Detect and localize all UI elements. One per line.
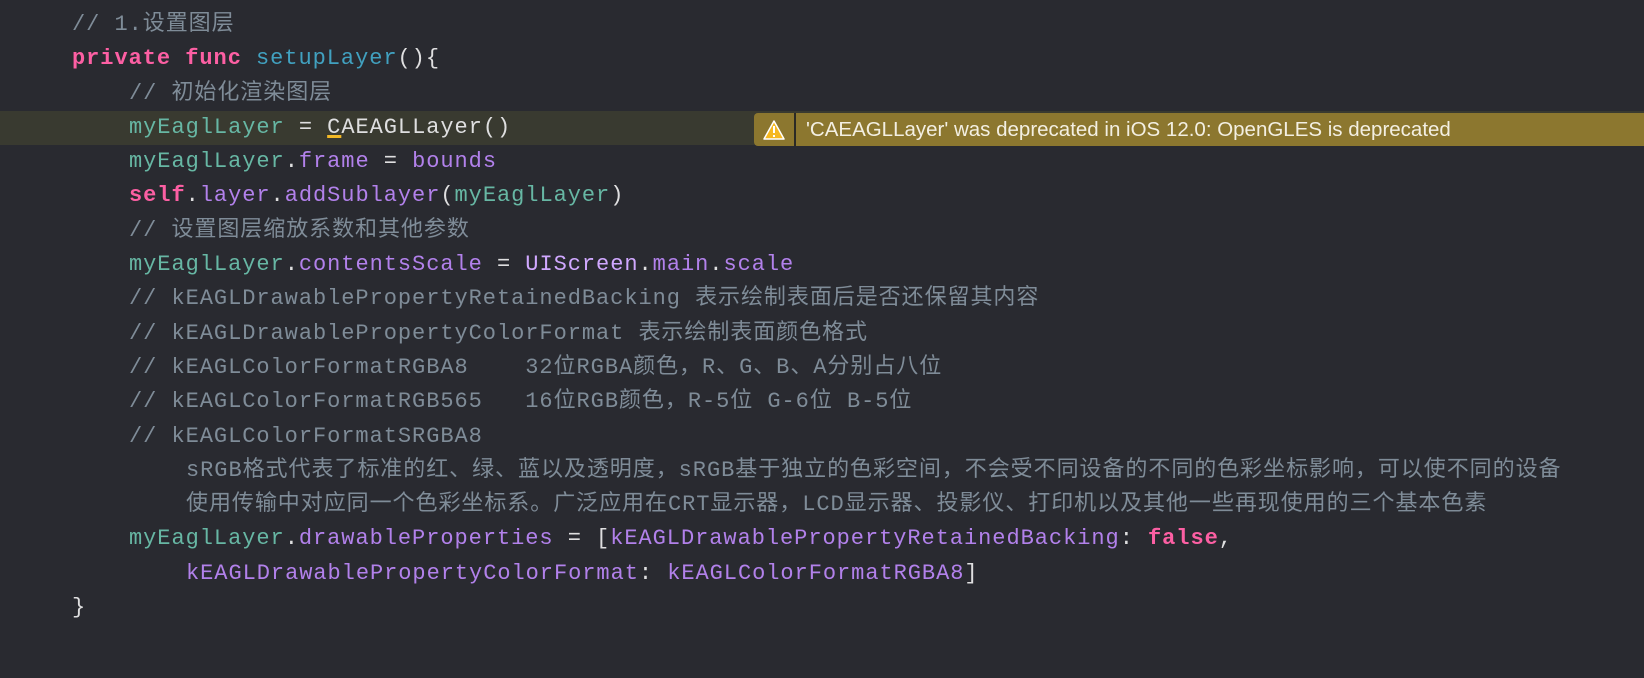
code-token: func (185, 46, 242, 72)
warning-triangle-icon[interactable] (754, 113, 796, 146)
code-token: myEaglLayer (129, 114, 285, 140)
code-line[interactable]: sRGB格式代表了标准的红、绿、蓝以及透明度，sRGB基于独立的色彩空间，不会受… (0, 454, 1644, 488)
code-token: layer (199, 183, 271, 209)
code-line[interactable]: // kEAGLDrawablePropertyRetainedBacking … (0, 282, 1644, 316)
code-line[interactable]: self.layer.addSublayer(myEaglLayer) (0, 179, 1644, 213)
code-token: ( (440, 183, 455, 209)
code-comment: 使用传输中对应同一个色彩坐标系。广泛应用在CRT显示器，LCD显示器、投影仪、打… (186, 492, 1488, 518)
code-comment: // kEAGLDrawablePropertyRetainedBacking … (129, 286, 1040, 312)
code-token: : (1119, 526, 1148, 552)
code-line[interactable]: kEAGLDrawablePropertyColorFormat: kEAGLC… (0, 557, 1644, 591)
code-token: (){ (397, 46, 440, 72)
code-line[interactable]: 使用传输中对应同一个色彩坐标系。广泛应用在CRT显示器，LCD显示器、投影仪、打… (0, 488, 1644, 522)
code-token: = (482, 252, 526, 278)
code-token: . (709, 252, 724, 278)
warning-message: 'CAEAGLLayer' was deprecated in iOS 12.0… (806, 118, 1451, 141)
code-token: ] (964, 560, 979, 586)
code-comment: // kEAGLColorFormatRGBA8 32位RGBA颜色，R、G、B… (129, 354, 943, 380)
deprecation-warning-banner[interactable]: 'CAEAGLLayer' was deprecated in iOS 12.0… (754, 113, 1644, 146)
code-token: private (72, 46, 172, 72)
code-token: myEaglLayer (129, 149, 285, 175)
code-comment: // kEAGLColorFormatSRGBA8 (129, 423, 483, 449)
code-token: self (129, 183, 186, 209)
code-comment: // 初始化渲染图层 (129, 80, 333, 106)
code-token: bounds (412, 149, 497, 175)
code-token: myEaglLayer (454, 183, 611, 209)
code-line[interactable]: myEaglLayer.contentsScale = UIScreen.mai… (0, 248, 1644, 282)
code-token: , (1218, 526, 1233, 552)
code-token: contentsScale (298, 252, 483, 278)
code-line[interactable]: // 初始化渲染图层 (0, 77, 1644, 111)
code-comment: // kEAGLDrawablePropertyColorFormat 表示绘制… (129, 320, 868, 346)
code-token: . (270, 183, 285, 209)
code-token: addSublayer (284, 183, 441, 209)
code-line[interactable]: // kEAGLColorFormatRGB565 16位RGB颜色，R-5位 … (0, 385, 1644, 419)
code-token: AEAGLLayer() (341, 114, 512, 140)
code-token: kEAGLDrawablePropertyColorFormat (186, 560, 639, 586)
code-token: = (284, 114, 328, 140)
code-token: myEaglLayer (129, 526, 285, 552)
code-token: frame (298, 149, 370, 175)
code-line[interactable]: // 1.设置图层 (0, 8, 1644, 42)
code-token: false (1148, 526, 1219, 552)
code-line[interactable]: // 设置图层缩放系数和其他参数 (0, 214, 1644, 248)
code-token: kEAGLDrawablePropertyRetainedBacking (610, 526, 1120, 552)
code-comment: // kEAGLColorFormatRGB565 16位RGB颜色，R-5位 … (129, 389, 913, 415)
code-token: : (638, 560, 668, 586)
code-token: = (369, 149, 413, 175)
code-token: myEaglLayer (129, 252, 285, 278)
code-token: . (284, 526, 299, 552)
code-token: ) (610, 183, 625, 209)
code-comment: // 1.设置图层 (72, 12, 235, 37)
code-token: . (284, 252, 299, 278)
code-token: = [ (553, 526, 611, 552)
code-token: . (185, 183, 200, 209)
code-token: . (638, 252, 653, 278)
code-line[interactable]: myEaglLayer.frame = bounds (0, 145, 1644, 179)
code-token: setupLayer (256, 46, 398, 72)
code-comment: // 设置图层缩放系数和其他参数 (129, 217, 470, 243)
code-line[interactable]: } (0, 591, 1644, 625)
code-token: drawableProperties (298, 526, 554, 552)
code-line[interactable]: // kEAGLColorFormatSRGBA8 (0, 420, 1644, 454)
code-editor[interactable]: // 1.设置图层 private func setupLayer(){ // 初始… (0, 8, 1644, 625)
code-line[interactable]: private func setupLayer(){ (0, 42, 1644, 76)
code-token: kEAGLColorFormatRGBA8 (667, 560, 965, 586)
code-token: . (284, 149, 299, 175)
code-line[interactable]: // kEAGLColorFormatRGBA8 32位RGBA颜色，R、G、B… (0, 351, 1644, 385)
code-token: scale (723, 252, 795, 278)
code-comment: sRGB格式代表了标准的红、绿、蓝以及透明度，sRGB基于独立的色彩空间，不会受… (186, 457, 1562, 483)
code-line[interactable]: // kEAGLDrawablePropertyColorFormat 表示绘制… (0, 317, 1644, 351)
code-token: UIScreen (525, 252, 639, 278)
code-line[interactable]: myEaglLayer.drawableProperties = [kEAGLD… (0, 522, 1644, 556)
code-token: C (327, 114, 342, 140)
code-token: main (652, 252, 710, 278)
code-token: } (72, 595, 87, 621)
